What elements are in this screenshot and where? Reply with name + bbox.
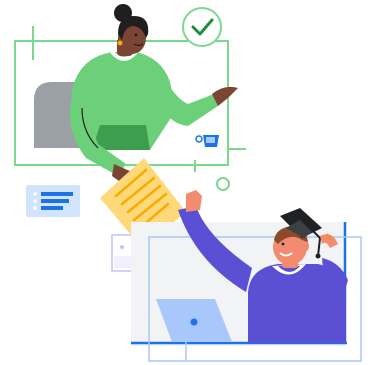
checkmark-icon xyxy=(182,7,222,47)
decorative-ring xyxy=(216,177,230,191)
online-education-illustration xyxy=(0,0,373,365)
chat-card-icon xyxy=(26,185,80,217)
coffee-cup-icon xyxy=(195,135,219,147)
illustration-canvas xyxy=(14,4,362,362)
